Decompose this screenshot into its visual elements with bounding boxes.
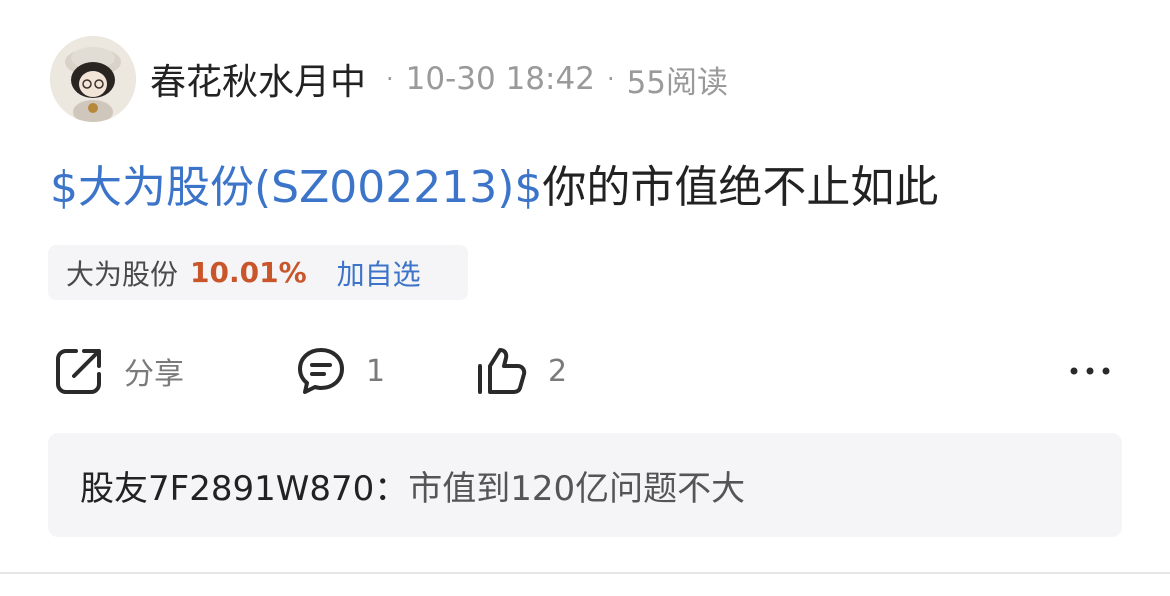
post-card: 春花秋水月中 · 10-30 18:42 · 55阅读 $大为股份(SZ0022… <box>0 0 1170 596</box>
divider <box>0 572 1170 574</box>
add-watchlist-button[interactable]: 加自选 <box>337 253 421 293</box>
post-title-text: 你的市值绝不止如此 <box>542 162 939 213</box>
comment-username[interactable]: 股友7F2891W870： <box>80 461 408 510</box>
stock-chip[interactable]: 大为股份 10.01% 加自选 <box>48 245 468 300</box>
post-date: 10-30 18:42 <box>405 61 595 97</box>
more-icon <box>1070 367 1110 375</box>
action-bar: 分享 1 2 <box>52 343 1122 399</box>
post-title: $大为股份(SZ002213)$你的市值绝不止如此 <box>50 160 938 216</box>
read-count: 55阅读 <box>626 64 729 101</box>
separator-dot: · <box>606 65 615 93</box>
share-label: 分享 <box>124 357 184 392</box>
comment-count: 1 <box>366 353 386 389</box>
comment-text: 市值到120亿问题不大 <box>408 468 746 509</box>
avatar-image <box>50 36 136 122</box>
like-button[interactable]: 2 <box>474 343 567 399</box>
share-button[interactable]: 分享 <box>52 343 184 399</box>
comment-icon <box>298 348 344 394</box>
author-name[interactable]: 春花秋水月中 <box>150 53 366 105</box>
thumbs-up-icon <box>478 348 527 394</box>
post-meta: · 10-30 18:42 · 55阅读 <box>374 57 728 102</box>
share-icon <box>56 349 101 394</box>
more-button[interactable] <box>1068 343 1112 399</box>
stock-link[interactable]: $大为股份(SZ002213)$ <box>50 162 542 213</box>
comment-button[interactable]: 1 <box>294 343 385 399</box>
separator-dot: · <box>386 65 394 93</box>
like-count: 2 <box>548 353 568 389</box>
stock-chip-name: 大为股份 <box>66 257 179 291</box>
stock-chip-change: 10.01% <box>190 256 307 289</box>
avatar[interactable] <box>50 36 136 122</box>
top-comment[interactable]: 股友7F2891W870： 市值到120亿问题不大 <box>48 433 1122 537</box>
post-header: 春花秋水月中 · 10-30 18:42 · 55阅读 <box>50 36 728 122</box>
